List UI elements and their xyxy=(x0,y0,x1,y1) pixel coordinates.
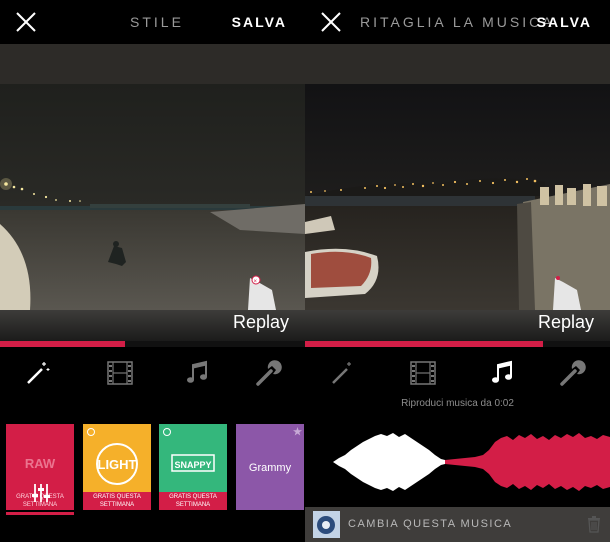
style-name: SNAPPY xyxy=(174,460,212,470)
trash-icon[interactable] xyxy=(587,515,601,533)
video-frame: × xyxy=(0,84,305,310)
screen-title: RITAGLIA LA MUSICA xyxy=(360,14,555,30)
style-tile-grammy[interactable]: Grammy xyxy=(236,424,304,510)
music-waveform[interactable] xyxy=(305,422,610,502)
video-frame xyxy=(305,84,610,310)
replay-button[interactable]: Replay xyxy=(233,312,289,333)
waveform-remaining-segment xyxy=(445,433,610,491)
style-subtitle: GRATIS QUESTA SETTIMANA xyxy=(159,492,227,510)
music-note-icon[interactable] xyxy=(182,358,212,388)
style-screen: STILE SALVA × Replay RAW GRATIS QUESTA S… xyxy=(0,0,305,542)
letterbox-top xyxy=(305,44,610,84)
change-music-label: CAMBIA QUESTA MUSICA xyxy=(348,518,513,530)
style-tile-light[interactable]: LIGHT GRATIS QUESTA SETTIMANA xyxy=(83,424,151,510)
waveform-played-segment xyxy=(333,433,445,491)
playback-progress-fill xyxy=(305,341,543,347)
adjust-sliders-icon xyxy=(32,484,50,502)
star-icon xyxy=(293,427,302,436)
video-preview[interactable]: × xyxy=(0,84,305,310)
replay-button[interactable]: Replay xyxy=(538,312,594,333)
film-icon[interactable] xyxy=(105,358,135,388)
top-bar: STILE SALVA xyxy=(0,0,305,44)
screen-title: STILE xyxy=(130,14,184,30)
selected-style-indicator xyxy=(6,512,74,515)
film-icon[interactable] xyxy=(408,358,438,388)
top-bar: RITAGLIA LA MUSICA SALVA xyxy=(305,0,610,44)
svg-text:×: × xyxy=(254,279,258,285)
editor-toolbar xyxy=(0,356,305,392)
music-start-caption: Riproduci musica da 0:02 xyxy=(401,398,514,409)
letterbox-top xyxy=(0,44,305,84)
snappy-logo-icon xyxy=(171,454,215,472)
wrench-icon[interactable] xyxy=(253,358,283,388)
magic-wand-icon[interactable] xyxy=(22,358,52,388)
video-preview[interactable] xyxy=(305,84,610,310)
playback-progress[interactable] xyxy=(0,341,305,347)
style-subtitle: GRATIS QUESTA SETTIMANA xyxy=(83,492,151,510)
wrench-icon[interactable] xyxy=(557,358,587,388)
trim-music-screen: RITAGLIA LA MUSICA SALVA Replay Riproduc… xyxy=(305,0,610,542)
style-tile-snappy[interactable]: SNAPPY GRATIS QUESTA SETTIMANA xyxy=(159,424,227,510)
save-button[interactable]: SALVA xyxy=(537,14,592,30)
close-icon[interactable] xyxy=(14,10,38,34)
close-icon[interactable] xyxy=(319,10,343,34)
playback-progress[interactable] xyxy=(305,341,610,347)
light-logo-icon xyxy=(96,443,138,485)
style-name: Grammy xyxy=(248,462,292,474)
album-cover-icon xyxy=(313,511,340,538)
save-button[interactable]: SALVA xyxy=(232,14,287,30)
magic-wand-icon[interactable] xyxy=(327,358,357,388)
music-note-icon[interactable] xyxy=(487,358,517,388)
editor-toolbar xyxy=(305,356,610,392)
change-music-bar[interactable]: CAMBIA QUESTA MUSICA xyxy=(305,507,610,542)
playback-progress-fill xyxy=(0,341,126,347)
style-tile-raw[interactable]: RAW GRATIS QUESTA SETTIMANA xyxy=(6,424,74,510)
album-art xyxy=(313,511,340,538)
style-name: RAW xyxy=(24,456,56,471)
